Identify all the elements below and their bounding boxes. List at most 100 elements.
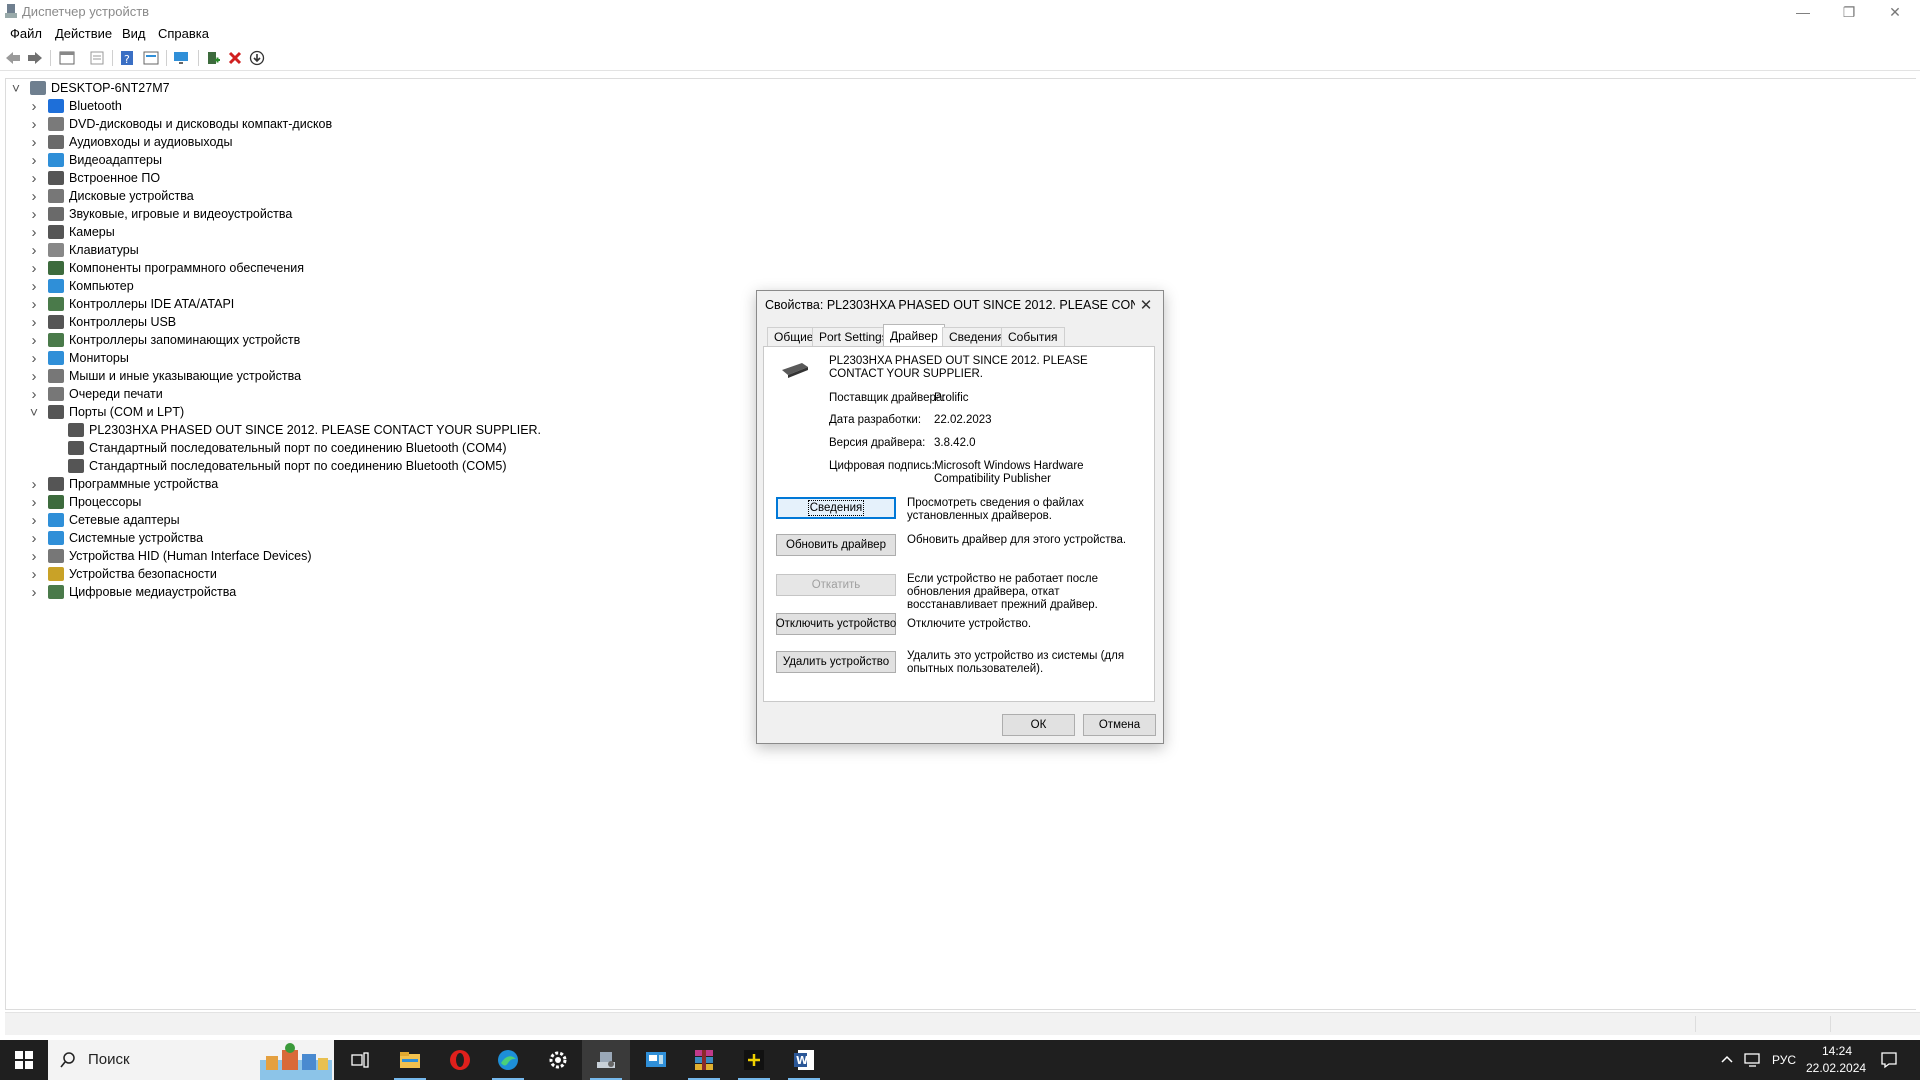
minimize-button[interactable]: — bbox=[1780, 0, 1826, 24]
properties-pane-icon[interactable] bbox=[58, 49, 76, 67]
tree-item[interactable]: › Контроллеры IDE ATA/ATAPI bbox=[28, 295, 235, 313]
driver-details-button[interactable]: Сведения bbox=[776, 497, 896, 519]
chevron-right-icon[interactable]: › bbox=[28, 368, 40, 385]
download-icon[interactable] bbox=[248, 49, 266, 67]
monitor-icon[interactable] bbox=[172, 49, 190, 67]
tree-item[interactable]: › DVD-дисководы и дисководы компакт-диско… bbox=[28, 115, 333, 133]
tab-events[interactable]: События bbox=[1001, 327, 1065, 346]
tray-expand-chevron-icon[interactable] bbox=[1720, 1054, 1734, 1066]
chevron-right-icon[interactable]: › bbox=[28, 260, 40, 277]
taskbar-search-box[interactable]: Поиск bbox=[48, 1040, 334, 1080]
add-driver-icon[interactable] bbox=[204, 49, 222, 67]
tree-item[interactable]: › Компоненты программного обеспечения bbox=[28, 259, 304, 277]
tree-item[interactable]: ˅ Порты (COM и LPT) bbox=[28, 403, 184, 421]
chevron-right-icon[interactable]: › bbox=[28, 134, 40, 151]
language-indicator[interactable]: РУС bbox=[1772, 1053, 1796, 1067]
chevron-right-icon[interactable]: › bbox=[28, 314, 40, 331]
chevron-right-icon[interactable]: › bbox=[28, 224, 40, 241]
chevron-right-icon[interactable]: › bbox=[28, 242, 40, 259]
chevron-right-icon[interactable]: › bbox=[28, 530, 40, 547]
menu-view[interactable]: Вид bbox=[122, 26, 146, 41]
tree-child-item[interactable]: PL2303HXA PHASED OUT SINCE 2012. PLEASE … bbox=[68, 421, 541, 439]
tree-item[interactable]: › Мониторы bbox=[28, 349, 129, 367]
tab-driver[interactable]: Драйвер bbox=[883, 324, 945, 347]
chevron-right-icon[interactable]: › bbox=[28, 386, 40, 403]
tree-item[interactable]: › Аудиовходы и аудиовыходы bbox=[28, 133, 233, 151]
disable-device-button[interactable]: Отключить устройство bbox=[776, 613, 896, 635]
chevron-right-icon[interactable]: › bbox=[28, 152, 40, 169]
tree-child-item[interactable]: Стандартный последовательный порт по сое… bbox=[68, 439, 507, 457]
tree-item[interactable]: › Клавиатуры bbox=[28, 241, 139, 259]
tree-item[interactable]: › Контроллеры запоминающих устройств bbox=[28, 331, 301, 349]
chevron-right-icon[interactable]: › bbox=[28, 98, 40, 115]
uninstall-device-button[interactable]: Удалить устройство bbox=[776, 651, 896, 673]
tree-item[interactable]: › Видеоадаптеры bbox=[28, 151, 162, 169]
network-icon[interactable] bbox=[1744, 1052, 1764, 1068]
forward-arrow-icon[interactable] bbox=[26, 49, 44, 67]
chevron-right-icon[interactable]: › bbox=[28, 512, 40, 529]
device-manager-taskbar-icon[interactable] bbox=[582, 1040, 630, 1080]
ok-button[interactable]: ОК bbox=[1002, 714, 1075, 736]
tree-item[interactable]: › Программные устройства bbox=[28, 475, 219, 493]
tree-child-item[interactable]: Стандартный последовательный порт по сое… bbox=[68, 457, 507, 475]
menu-help[interactable]: Справка bbox=[158, 26, 209, 41]
word-icon[interactable]: W bbox=[780, 1040, 828, 1080]
tree-item[interactable]: › Контроллеры USB bbox=[28, 313, 177, 331]
chevron-right-icon[interactable]: › bbox=[28, 566, 40, 583]
edge-icon[interactable] bbox=[484, 1040, 532, 1080]
chevron-right-icon[interactable]: › bbox=[28, 296, 40, 313]
view-icon[interactable] bbox=[142, 49, 160, 67]
tree-item[interactable]: › Цифровые медиаустройства bbox=[28, 583, 237, 601]
winrar-icon[interactable] bbox=[680, 1040, 728, 1080]
chevron-right-icon[interactable]: › bbox=[28, 206, 40, 223]
tree-item[interactable]: › Устройства HID (Human Interface Devices… bbox=[28, 547, 312, 565]
chevron-right-icon[interactable]: › bbox=[28, 116, 40, 133]
chevron-right-icon[interactable]: › bbox=[28, 548, 40, 565]
notifications-icon[interactable] bbox=[1880, 1051, 1898, 1069]
file-explorer-icon[interactable] bbox=[386, 1040, 434, 1080]
chevron-right-icon[interactable]: › bbox=[28, 170, 40, 187]
close-button[interactable]: ✕ bbox=[1872, 0, 1918, 24]
dialog-close-button[interactable]: ✕ bbox=[1133, 293, 1159, 317]
clock-date[interactable]: 22.02.2024 bbox=[1806, 1061, 1866, 1075]
menu-file[interactable]: Файл bbox=[10, 26, 42, 41]
chevron-down-icon[interactable]: ˅ bbox=[10, 80, 22, 96]
delete-icon[interactable] bbox=[226, 49, 244, 67]
tree-item[interactable]: › Устройства безопасности bbox=[28, 565, 217, 583]
help-icon[interactable]: ? bbox=[118, 49, 136, 67]
restore-button[interactable]: ❐ bbox=[1826, 0, 1872, 24]
chevron-right-icon[interactable]: › bbox=[28, 332, 40, 349]
settings-icon[interactable] bbox=[534, 1040, 582, 1080]
back-arrow-icon[interactable] bbox=[4, 49, 22, 67]
tree-item[interactable]: › Камеры bbox=[28, 223, 115, 241]
tree-item[interactable]: › Bluetooth bbox=[28, 97, 122, 115]
tree-item[interactable]: › Звуковые, игровые и видеоустройства bbox=[28, 205, 293, 223]
tree-item[interactable]: › Очереди печати bbox=[28, 385, 163, 403]
chevron-down-icon[interactable]: ˅ bbox=[28, 404, 40, 420]
tree-item[interactable]: › Дисковые устройства bbox=[28, 187, 194, 205]
cancel-button[interactable]: Отмена bbox=[1083, 714, 1156, 736]
chevron-right-icon[interactable]: › bbox=[28, 188, 40, 205]
rollback-driver-button[interactable]: Откатить bbox=[776, 574, 896, 596]
tree-item[interactable]: › Системные устройства bbox=[28, 529, 204, 547]
tree-item[interactable]: › Встроенное ПО bbox=[28, 169, 161, 187]
chevron-right-icon[interactable]: › bbox=[28, 494, 40, 511]
chevron-right-icon[interactable]: › bbox=[28, 350, 40, 367]
list-icon[interactable] bbox=[88, 49, 106, 67]
update-driver-button[interactable]: Обновить драйвер bbox=[776, 534, 896, 556]
chevron-right-icon[interactable]: › bbox=[28, 476, 40, 493]
menu-action[interactable]: Действие bbox=[55, 26, 112, 41]
app-icon[interactable] bbox=[730, 1040, 778, 1080]
opera-icon[interactable] bbox=[436, 1040, 484, 1080]
chevron-right-icon[interactable]: › bbox=[28, 584, 40, 601]
tree-item[interactable]: › Компьютер bbox=[28, 277, 134, 295]
start-button[interactable] bbox=[0, 1040, 48, 1080]
clock-time[interactable]: 14:24 bbox=[1822, 1044, 1852, 1058]
chevron-right-icon[interactable]: › bbox=[28, 278, 40, 295]
control-panel-icon[interactable] bbox=[632, 1040, 680, 1080]
tree-root[interactable]: ˅ DESKTOP-6NT27M7 bbox=[10, 79, 170, 97]
tree-item[interactable]: › Сетевые адаптеры bbox=[28, 511, 180, 529]
task-view-icon[interactable] bbox=[336, 1040, 384, 1080]
tree-item[interactable]: › Мыши и иные указывающие устройства bbox=[28, 367, 302, 385]
tree-item[interactable]: › Процессоры bbox=[28, 493, 142, 511]
